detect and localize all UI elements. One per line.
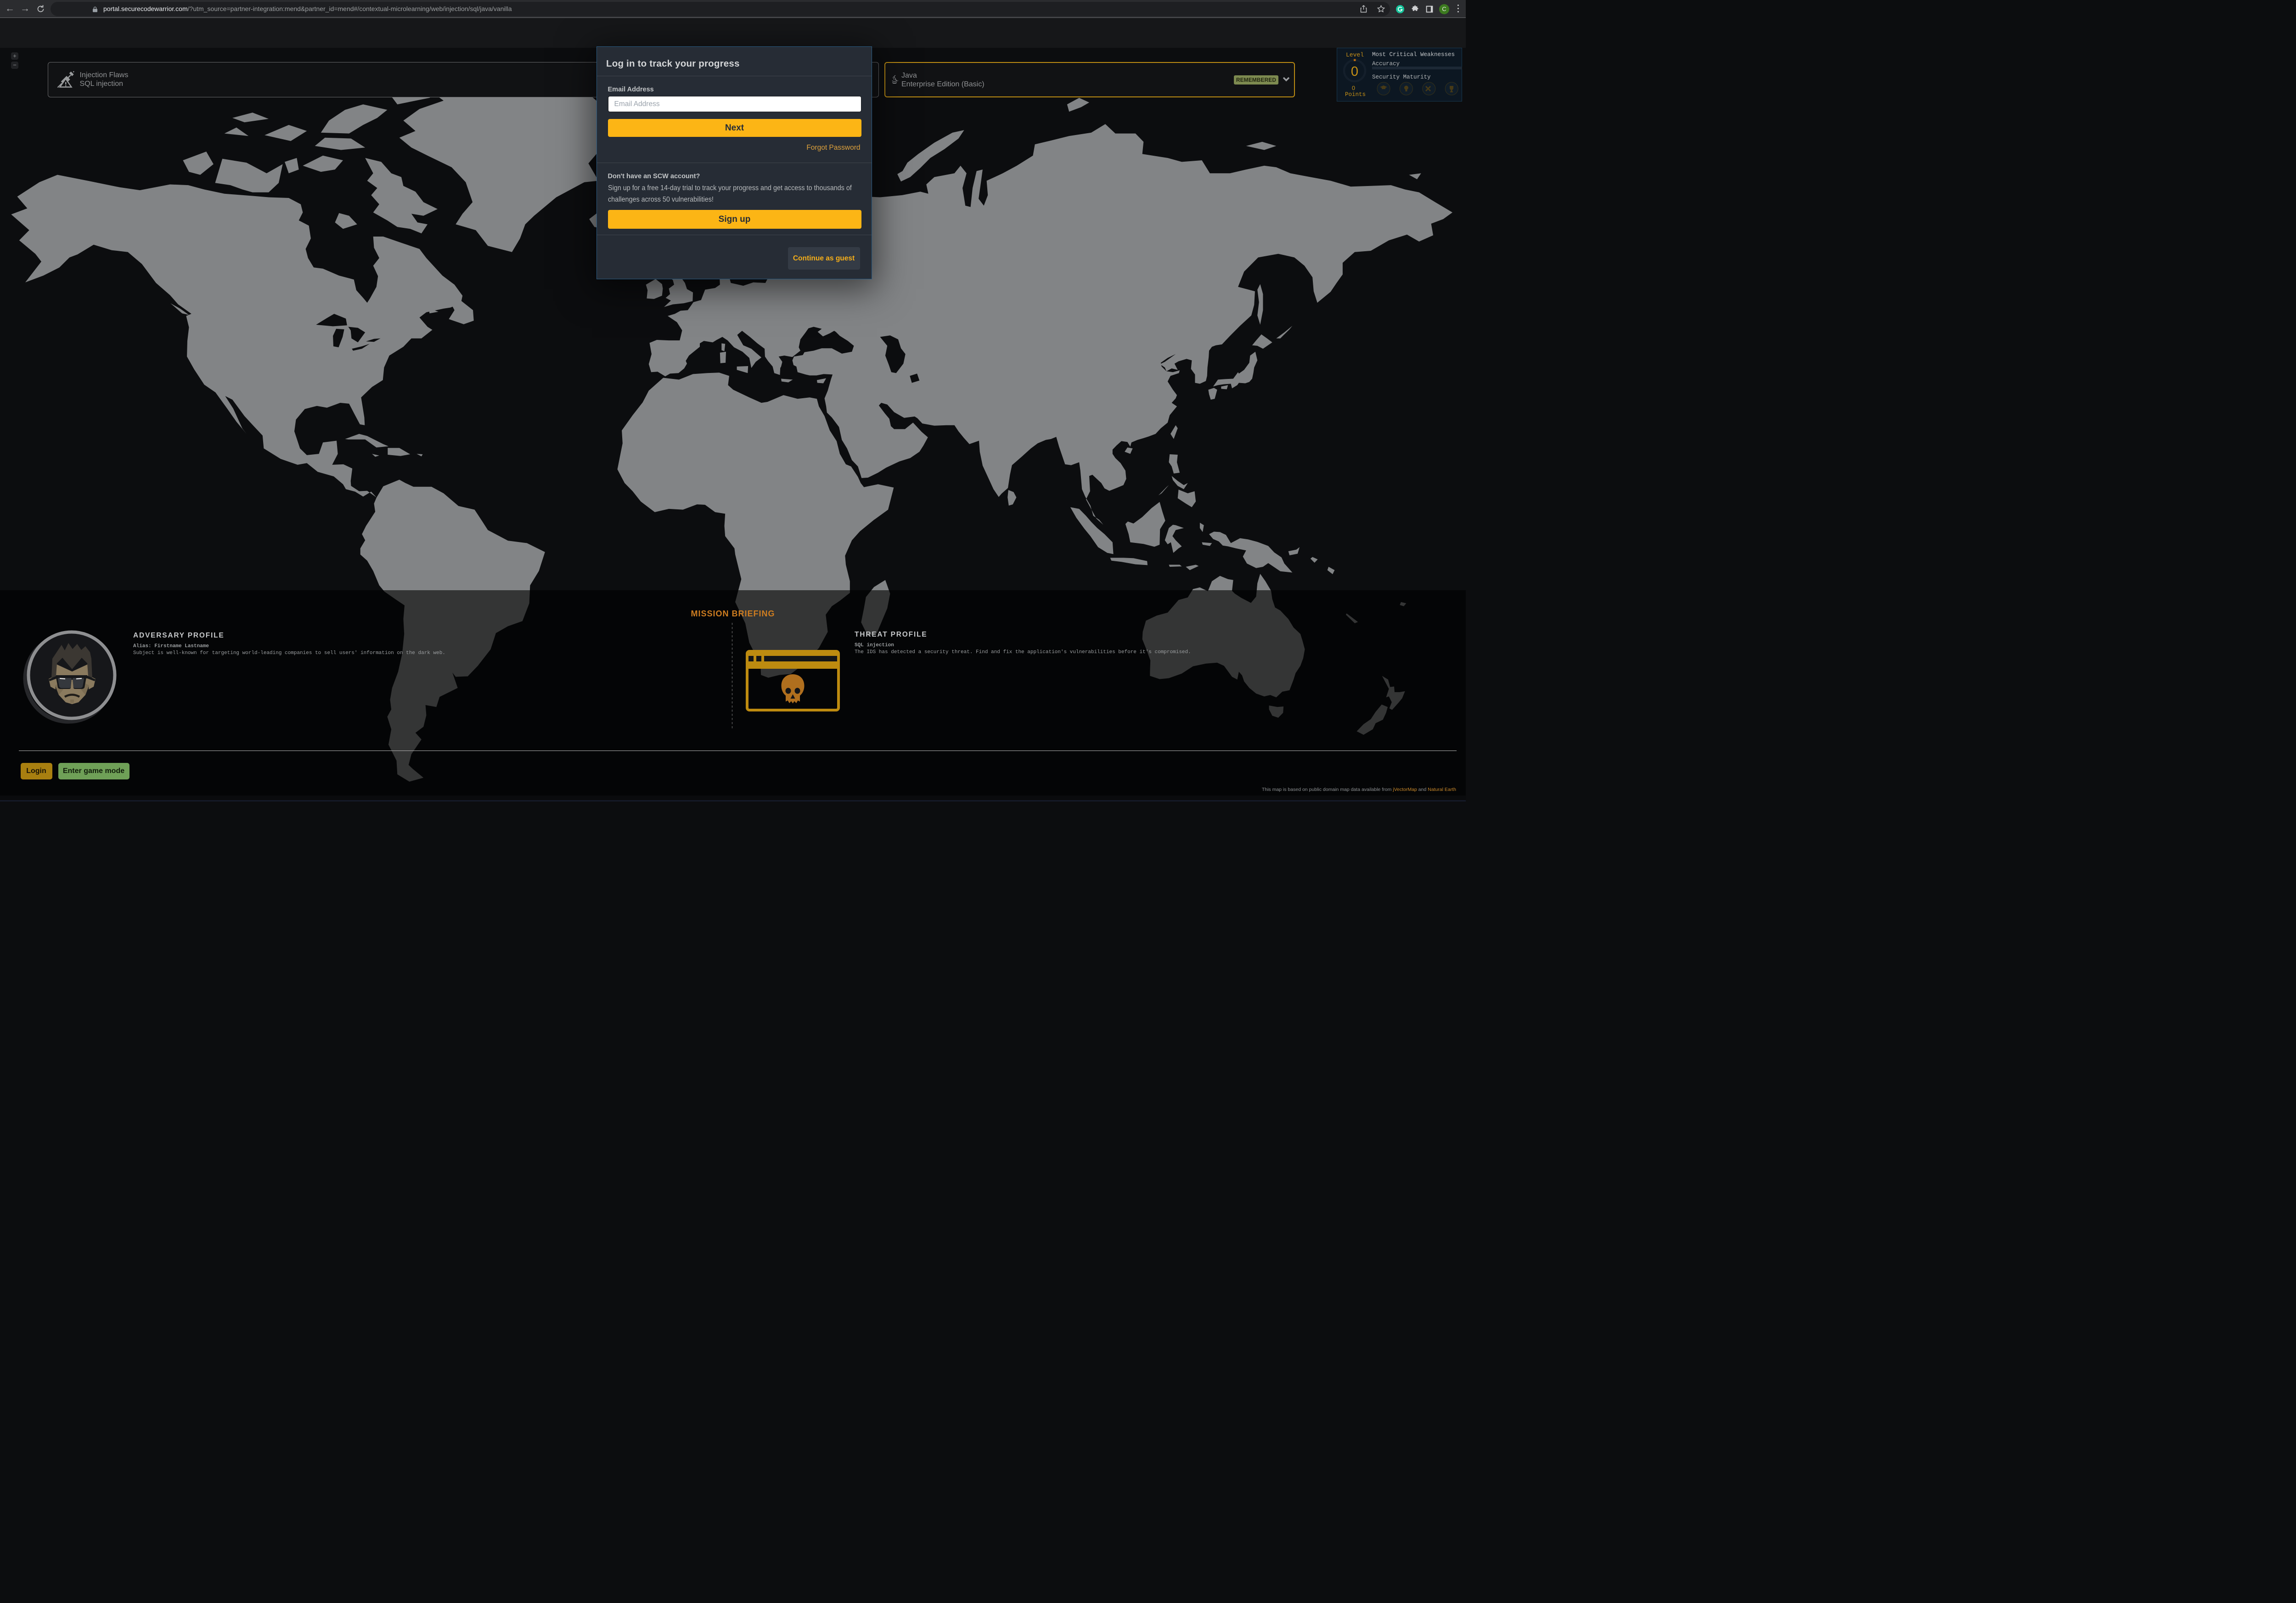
- svg-text:0: 0: [1351, 64, 1358, 79]
